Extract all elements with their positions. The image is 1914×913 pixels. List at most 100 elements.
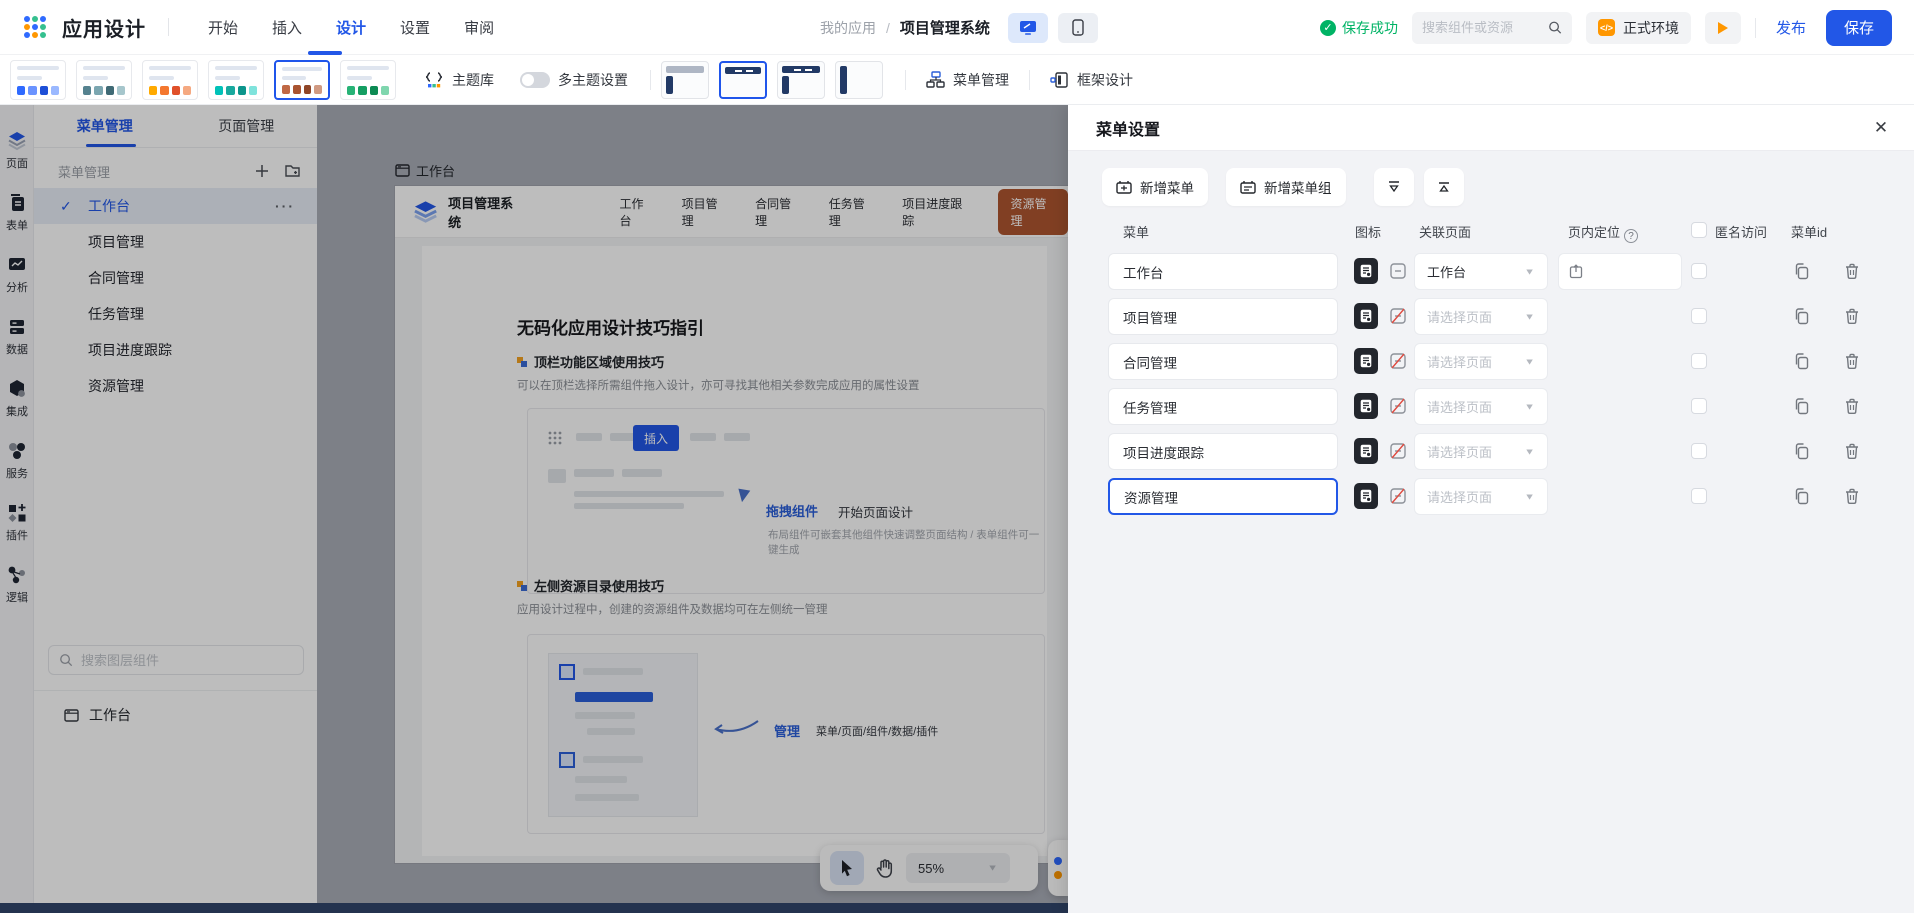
col-id: 菜单id <box>1791 222 1827 241</box>
menu-icon-picker[interactable] <box>1354 483 1378 509</box>
multi-theme-toggle[interactable] <box>520 72 550 88</box>
clear-icon-button[interactable] <box>1388 486 1408 506</box>
tab-settings[interactable]: 设置 <box>400 17 430 38</box>
tab-review[interactable]: 审阅 <box>464 17 494 38</box>
clear-icon-button[interactable] <box>1388 396 1408 416</box>
linked-page-select[interactable]: 请选择页面▼ <box>1414 433 1548 470</box>
linked-page-select[interactable]: 请选择页面▼ <box>1414 478 1548 515</box>
menu-glyph-icon <box>1360 489 1372 503</box>
clear-icon-button[interactable] <box>1388 306 1408 326</box>
anonymous-access-checkbox[interactable] <box>1691 488 1707 504</box>
save-status: ✓ 保存成功 <box>1320 18 1398 38</box>
environment-icon: </> <box>1598 19 1615 36</box>
close-icon[interactable]: ✕ <box>1870 117 1892 139</box>
copy-icon[interactable] <box>1793 487 1811 505</box>
menu-icon-picker[interactable] <box>1354 303 1378 329</box>
menu-name-input[interactable] <box>1108 253 1338 290</box>
add-menu-group-button[interactable]: 新增菜单组 <box>1226 168 1346 206</box>
menu-name-input[interactable] <box>1108 433 1338 470</box>
copy-icon[interactable] <box>1793 352 1811 370</box>
theme-swatch-blue[interactable] <box>10 60 66 100</box>
col-icon: 图标 <box>1355 222 1381 241</box>
multi-theme-label: 多主题设置 <box>558 70 628 90</box>
theme-swatch-green[interactable] <box>340 60 396 100</box>
page-anchor-input[interactable] <box>1558 253 1682 290</box>
layout-option-3[interactable] <box>777 61 825 99</box>
menu-icon-picker[interactable] <box>1354 438 1378 464</box>
copy-icon[interactable] <box>1793 307 1811 325</box>
modal-mask[interactable] <box>0 105 1068 913</box>
theme-swatch-brown-selected[interactable] <box>274 60 330 100</box>
anonymous-access-checkbox[interactable] <box>1691 353 1707 369</box>
delete-icon[interactable] <box>1843 397 1861 415</box>
app-grid-icon[interactable] <box>24 16 46 38</box>
breadcrumb-parent[interactable]: 我的应用 <box>820 18 876 38</box>
desktop-preview-button[interactable] <box>1008 13 1048 43</box>
delete-icon[interactable] <box>1843 262 1861 280</box>
theme-library-button[interactable]: 主题库 <box>424 70 494 90</box>
anonymous-access-checkbox[interactable] <box>1691 308 1707 324</box>
help-icon[interactable]: ? <box>1624 229 1638 243</box>
select-all-checkbox[interactable] <box>1691 222 1707 238</box>
menu-glyph-icon <box>1360 399 1372 413</box>
menu-icon-picker[interactable] <box>1354 393 1378 419</box>
environment-switcher[interactable]: </> 正式环境 <box>1586 12 1691 44</box>
menu-name-input[interactable] <box>1108 298 1338 335</box>
workspace: 页面 表单 分析 数据 集成 服务 插件 逻辑 <box>0 105 1914 913</box>
anchor-icon <box>1569 264 1583 279</box>
tab-start[interactable]: 开始 <box>208 17 238 38</box>
menu-manage-button[interactable]: 菜单管理 <box>926 70 1009 90</box>
tab-design[interactable]: 设计 <box>336 17 366 38</box>
tab-insert[interactable]: 插入 <box>272 17 302 38</box>
delete-icon[interactable] <box>1843 352 1861 370</box>
anonymous-access-checkbox[interactable] <box>1691 398 1707 414</box>
clear-icon-button[interactable] <box>1388 261 1408 281</box>
menu-settings-drawer: 菜单设置 ✕ 新增菜单 新增菜单组 菜单 图标 关联页面 页内定位? 匿名访问 … <box>1068 105 1914 913</box>
frame-design-button[interactable]: 框架设计 <box>1050 70 1133 90</box>
page-title: 应用设计 <box>62 13 146 42</box>
layout-option-1[interactable] <box>661 61 709 99</box>
chevron-down-icon: ▼ <box>1524 312 1535 322</box>
theme-swatch-slate[interactable] <box>76 60 132 100</box>
theme-swatch-cyan[interactable] <box>208 60 264 100</box>
frame-design-icon <box>1050 71 1069 89</box>
theme-swatch-orange[interactable] <box>142 60 198 100</box>
publish-button[interactable]: 发布 <box>1770 17 1812 38</box>
search-input[interactable] <box>1422 20 1540 35</box>
copy-icon[interactable] <box>1793 262 1811 280</box>
preview-run-button[interactable] <box>1705 12 1741 44</box>
linked-page-select[interactable]: 请选择页面▼ <box>1414 298 1548 335</box>
menu-glyph-icon <box>1360 444 1372 458</box>
layout-option-2-selected[interactable] <box>719 61 767 99</box>
anonymous-access-checkbox[interactable] <box>1691 443 1707 459</box>
expand-all-button[interactable] <box>1374 168 1414 206</box>
collapse-all-button[interactable] <box>1424 168 1464 206</box>
save-button[interactable]: 保存 <box>1826 10 1892 46</box>
add-menu-button[interactable]: 新增菜单 <box>1102 168 1208 206</box>
menu-icon-picker[interactable] <box>1354 348 1378 374</box>
linked-page-select[interactable]: 请选择页面▼ <box>1414 388 1548 425</box>
linked-page-select[interactable]: 请选择页面▼ <box>1414 343 1548 380</box>
menu-name-input[interactable] <box>1108 388 1338 425</box>
menu-icon-picker[interactable] <box>1354 258 1378 284</box>
delete-icon[interactable] <box>1843 442 1861 460</box>
menu-name-input[interactable] <box>1108 343 1338 380</box>
active-tab-indicator <box>308 51 342 55</box>
menu-name-input[interactable] <box>1108 478 1338 515</box>
delete-icon[interactable] <box>1843 487 1861 505</box>
copy-icon[interactable] <box>1793 442 1811 460</box>
linked-page-select[interactable]: 工作台▼ <box>1414 253 1548 290</box>
collapse-all-icon <box>1437 180 1451 194</box>
clear-icon-button[interactable] <box>1388 351 1408 371</box>
chevron-down-icon: ▼ <box>1524 402 1535 412</box>
global-search[interactable] <box>1412 12 1572 44</box>
delete-icon[interactable] <box>1843 307 1861 325</box>
mobile-preview-button[interactable] <box>1058 13 1098 43</box>
mobile-icon <box>1072 19 1084 36</box>
layout-option-4[interactable] <box>835 61 883 99</box>
clear-icon-button[interactable] <box>1388 441 1408 461</box>
anonymous-access-checkbox[interactable] <box>1691 263 1707 279</box>
col-page: 关联页面 <box>1419 222 1471 241</box>
copy-icon[interactable] <box>1793 397 1811 415</box>
design-toolbar: 主题库 多主题设置 菜单管理 框架设计 <box>0 55 1914 105</box>
